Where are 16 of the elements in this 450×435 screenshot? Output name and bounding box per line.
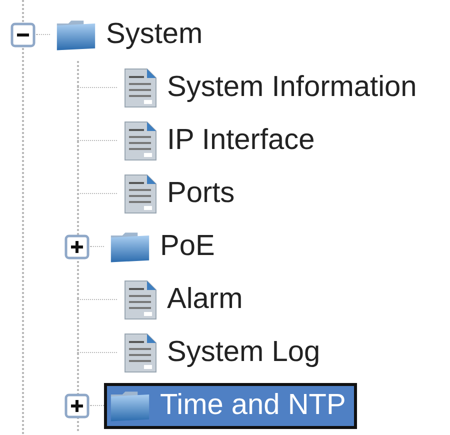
tree-item[interactable]: Alarm [117,274,254,326]
collapse-toggle[interactable] [10,22,36,48]
tree-item[interactable]: System Log [117,326,332,378]
document-icon [122,66,158,108]
tree-item[interactable]: System [50,12,214,58]
expand-toggle[interactable] [64,392,90,418]
tree-item[interactable]: Ports [117,168,246,220]
tree-item[interactable]: PoE [104,224,226,270]
document-icon [122,332,158,374]
document-icon [122,172,158,214]
expand-toggle[interactable] [64,234,90,260]
tree-item[interactable]: System Information [117,62,428,114]
tree-item[interactable]: IP Interface [117,114,326,166]
document-icon [122,120,158,162]
document-icon [122,278,158,320]
tree-item[interactable]: Time and NTP [104,382,357,428]
